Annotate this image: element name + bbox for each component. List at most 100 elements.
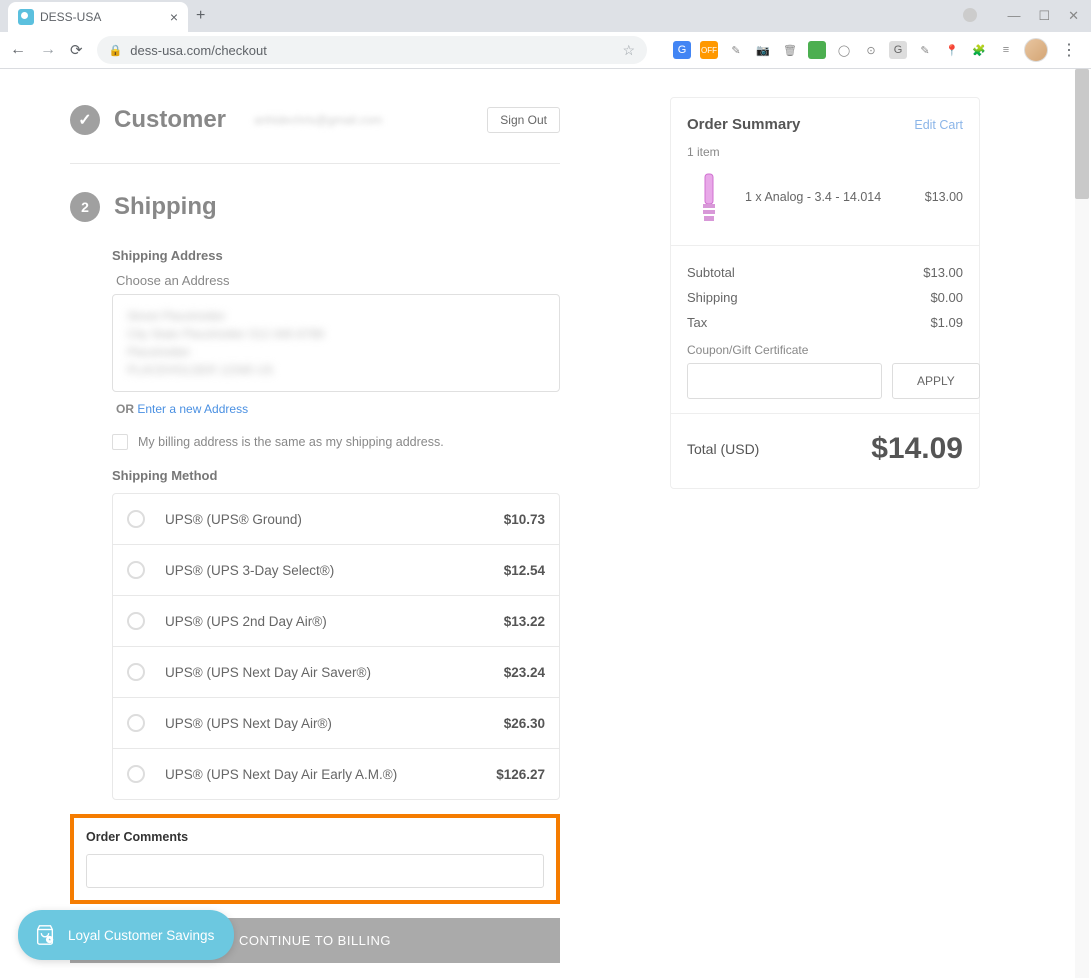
item-price: $13.00 — [925, 190, 963, 204]
extension-icon[interactable]: G — [889, 41, 907, 59]
coupon-input[interactable] — [687, 363, 882, 399]
close-window-icon[interactable]: ✕ — [1068, 8, 1079, 24]
url-input[interactable]: 🔒 dess-usa.com/checkout ☆ — [97, 36, 647, 64]
browser-chrome: DESS-USA × + — ☐ ✕ ← → ⟳ 🔒 dess-usa.com/… — [0, 0, 1091, 69]
shipping-step: 2 Shipping — [70, 184, 560, 230]
cart-item: 1 x Analog - 3.4 - 14.014 $13.00 — [671, 159, 979, 245]
scrollbar-thumb[interactable] — [1075, 69, 1089, 199]
tab-title: DESS-USA — [40, 10, 101, 24]
enter-new-address-link[interactable]: Enter a new Address — [137, 402, 248, 416]
scrollbar-track[interactable] — [1075, 69, 1089, 978]
or-new-address: OR Enter a new Address — [116, 402, 556, 416]
item-name: 1 x Analog - 3.4 - 14.014 — [745, 190, 911, 204]
shipping-method-option[interactable]: UPS® (UPS Next Day Air Early A.M.®) $126… — [113, 749, 559, 799]
ship-method-label: UPS® (UPS 2nd Day Air®) — [165, 614, 327, 629]
address-line: PLACEHOLDER 12345 US — [127, 361, 545, 379]
shipping-method-option[interactable]: UPS® (UPS Next Day Air®) $26.30 — [113, 698, 559, 749]
customer-heading: Customer — [114, 106, 226, 134]
choose-address-label: Choose an Address — [116, 273, 560, 288]
extension-icon[interactable]: G — [673, 41, 691, 59]
ship-method-price: $12.54 — [504, 563, 545, 578]
back-icon[interactable]: ← — [10, 41, 26, 59]
extension-icon[interactable]: OFF — [700, 41, 718, 59]
apply-coupon-button[interactable]: APPLY — [892, 363, 980, 399]
shipping-methods-list: UPS® (UPS® Ground) $10.73 UPS® (UPS 3-Da… — [112, 493, 560, 800]
shipping-method-option[interactable]: UPS® (UPS Next Day Air Saver®) $23.24 — [113, 647, 559, 698]
url-text: dess-usa.com/checkout — [130, 43, 267, 58]
tab-close-icon[interactable]: × — [170, 9, 178, 25]
shipping-label: Shipping — [687, 290, 738, 305]
shipping-method-option[interactable]: UPS® (UPS 3-Day Select®) $12.54 — [113, 545, 559, 596]
extension-icon[interactable]: 📷 — [754, 41, 772, 59]
bookmark-star-icon[interactable]: ☆ — [622, 42, 635, 59]
order-summary-panel: Order Summary Edit Cart 1 item 1 x Analo… — [670, 97, 980, 489]
radio-icon[interactable] — [127, 612, 145, 630]
browser-tab[interactable]: DESS-USA × — [8, 2, 188, 32]
window-controls: — ☐ ✕ — [963, 8, 1091, 24]
tab-bar: DESS-USA × + — ☐ ✕ — [0, 0, 1091, 32]
step-number: 2 — [70, 192, 100, 222]
shipping-method-option[interactable]: UPS® (UPS® Ground) $10.73 — [113, 494, 559, 545]
extension-icon[interactable]: 🗑 — [781, 41, 799, 59]
tax-label: Tax — [687, 315, 707, 330]
address-select-box[interactable]: Street Placeholder City State Placeholde… — [112, 294, 560, 392]
radio-icon[interactable] — [127, 765, 145, 783]
radio-icon[interactable] — [127, 663, 145, 681]
shipping-value: $0.00 — [930, 290, 963, 305]
shipping-method-heading: Shipping Method — [112, 468, 560, 483]
favicon — [18, 9, 34, 25]
ship-method-price: $126.27 — [496, 767, 545, 782]
billing-same-label: My billing address is the same as my shi… — [138, 435, 444, 449]
extension-icon[interactable] — [808, 41, 826, 59]
new-tab-button[interactable]: + — [196, 7, 205, 25]
customer-step: Customer anhidechris@gmail.com Sign Out — [70, 97, 560, 143]
shopping-bag-icon — [32, 922, 58, 948]
or-word: OR — [116, 402, 134, 416]
ship-method-price: $13.22 — [504, 614, 545, 629]
ship-method-label: UPS® (UPS Next Day Air®) — [165, 716, 332, 731]
total-label: Total (USD) — [687, 441, 759, 457]
subtotal-label: Subtotal — [687, 265, 735, 280]
reload-icon[interactable]: ⟳ — [70, 41, 83, 59]
extension-icon[interactable]: ✎ — [916, 41, 934, 59]
loyalty-savings-button[interactable]: Loyal Customer Savings — [18, 910, 234, 960]
extension-icon[interactable]: ◯ — [835, 41, 853, 59]
forward-icon[interactable]: → — [40, 41, 56, 59]
coupon-label: Coupon/Gift Certificate — [687, 343, 963, 357]
ship-method-label: UPS® (UPS Next Day Air Early A.M.®) — [165, 767, 397, 782]
signout-button[interactable]: Sign Out — [487, 107, 560, 133]
billing-same-checkbox[interactable] — [112, 434, 128, 450]
extension-icons: G OFF ✎ 📷 🗑 ◯ ⊙ G ✎ 📍 🧩 ≡ ⋮ — [673, 38, 1081, 62]
address-line: City State Placeholder 012-345-6789 — [127, 325, 545, 343]
recording-indicator-icon — [963, 8, 977, 22]
radio-icon[interactable] — [127, 510, 145, 528]
shipping-method-option[interactable]: UPS® (UPS 2nd Day Air®) $13.22 — [113, 596, 559, 647]
total-amount: $14.09 — [871, 432, 963, 466]
profile-avatar[interactable] — [1024, 38, 1048, 62]
order-comments-label: Order Comments — [86, 830, 544, 844]
radio-icon[interactable] — [127, 714, 145, 732]
extension-icon[interactable]: 📍 — [943, 41, 961, 59]
ship-method-price: $10.73 — [504, 512, 545, 527]
order-comments-highlight: Order Comments — [70, 814, 560, 904]
extension-icon[interactable]: ⊙ — [862, 41, 880, 59]
order-comments-input[interactable] — [86, 854, 544, 888]
extension-icon[interactable]: ≡ — [997, 41, 1015, 59]
ship-method-label: UPS® (UPS Next Day Air Saver®) — [165, 665, 371, 680]
customer-email: anhidechris@gmail.com — [254, 113, 382, 127]
address-line: Placeholder — [127, 343, 545, 361]
subtotal-value: $13.00 — [923, 265, 963, 280]
extension-icon[interactable]: ✎ — [727, 41, 745, 59]
extensions-menu-icon[interactable]: 🧩 — [970, 41, 988, 59]
edit-cart-link[interactable]: Edit Cart — [914, 118, 963, 132]
address-bar: ← → ⟳ 🔒 dess-usa.com/checkout ☆ G OFF ✎ … — [0, 32, 1091, 68]
order-summary-title: Order Summary — [687, 116, 800, 133]
browser-menu-icon[interactable]: ⋮ — [1057, 40, 1081, 60]
maximize-icon[interactable]: ☐ — [1038, 8, 1050, 24]
ship-method-label: UPS® (UPS 3-Day Select®) — [165, 563, 334, 578]
loyalty-label: Loyal Customer Savings — [68, 928, 214, 943]
minimize-icon[interactable]: — — [1007, 8, 1020, 24]
radio-icon[interactable] — [127, 561, 145, 579]
page-viewport: Customer anhidechris@gmail.com Sign Out … — [0, 69, 1091, 978]
billing-same-row[interactable]: My billing address is the same as my shi… — [112, 434, 560, 450]
